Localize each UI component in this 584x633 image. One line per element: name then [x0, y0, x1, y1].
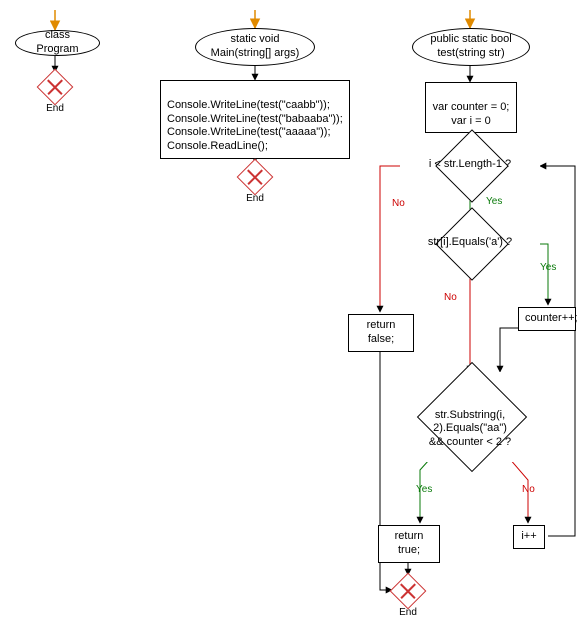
node-return-false: return false;	[348, 314, 414, 352]
node-text: var counter = 0; var i = 0	[433, 101, 510, 127]
edge-label-yes: Yes	[486, 196, 502, 207]
node-init: var counter = 0; var i = 0	[425, 82, 517, 133]
end-label: End	[46, 103, 64, 114]
edge-label-yes: Yes	[540, 262, 556, 273]
node-text: public static bool test(string str)	[430, 33, 511, 61]
node-inc-counter: counter++;	[518, 307, 576, 331]
end-label: End	[399, 607, 417, 618]
node-main: static void Main(string[] args)	[195, 28, 315, 66]
node-sub-cond: str.Substring(i, 2).Equals("aa") && coun…	[395, 372, 545, 462]
edge-label-no: No	[444, 292, 457, 303]
node-loop-cond: i < str.Length-1 ?	[400, 142, 540, 190]
node-inc-i: i++	[513, 525, 545, 549]
node-text: counter++;	[525, 312, 578, 324]
edge-label-no: No	[522, 484, 535, 495]
end-label: End	[246, 193, 264, 204]
node-text: str.Substring(i, 2).Equals("aa") && coun…	[429, 409, 511, 447]
node-return-true: return true;	[378, 525, 440, 563]
node-text: str[i].Equals('a') ?	[428, 236, 512, 248]
node-text: return false;	[367, 319, 396, 345]
end-node-test: End	[395, 578, 421, 604]
edge-label-yes: Yes	[416, 484, 432, 495]
edge-label-no: No	[392, 198, 405, 209]
node-text: Console.WriteLine(test("caabb")); Consol…	[167, 99, 343, 152]
end-node-class: End	[42, 74, 68, 100]
node-text: static void Main(string[] args)	[211, 33, 300, 61]
node-text: i < str.Length-1 ?	[429, 158, 511, 170]
end-node-main: End	[242, 164, 268, 190]
node-main-body: Console.WriteLine(test("caabb")); Consol…	[160, 80, 350, 159]
node-class-program: class Program	[15, 30, 100, 56]
node-text: class Program	[26, 29, 89, 57]
node-char-cond: str[i].Equals('a') ?	[400, 220, 540, 268]
node-text: return true;	[395, 530, 424, 556]
node-text: i++	[521, 530, 536, 542]
node-test: public static bool test(string str)	[412, 28, 530, 66]
